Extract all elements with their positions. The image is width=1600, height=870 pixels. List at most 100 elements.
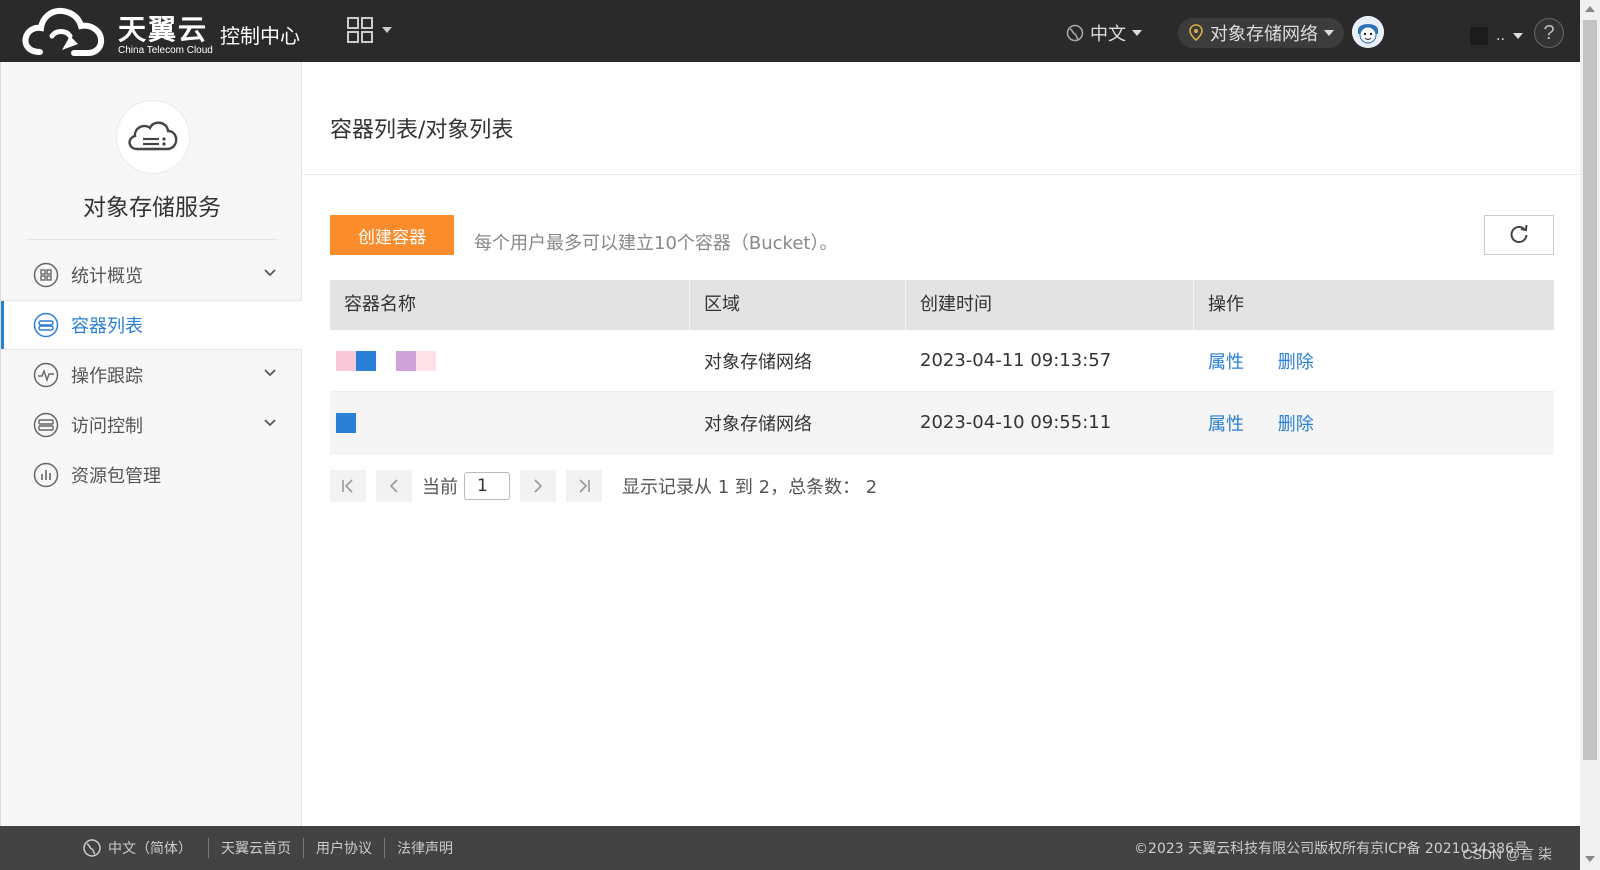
column-header-created: 创建时间 <box>906 280 1194 330</box>
language-dropdown[interactable]: 中文 <box>1066 20 1142 46</box>
redaction-block <box>396 350 416 371</box>
table-row: 对象存储网络 2023-04-10 09:55:11 属性 删除 <box>330 392 1554 454</box>
bucket-table: 容器名称 区域 创建时间 操作 对象存储网络 2023-04-11 09:13:… <box>330 280 1554 454</box>
chevron-down-icon <box>264 269 276 277</box>
footer-links: 中文（简体） 天翼云首页 用户协议 法律声明 <box>82 838 465 858</box>
delete-link[interactable]: 删除 <box>1278 352 1314 373</box>
help-button[interactable]: ? <box>1534 18 1564 48</box>
bucket-icon <box>33 312 59 338</box>
footer-language-selector[interactable]: 中文（简体） <box>82 838 208 858</box>
chevron-down-icon <box>264 419 276 427</box>
watermark: CSDN @言 柒 <box>1462 846 1552 862</box>
footer-link-legal[interactable]: 法律声明 <box>384 838 465 858</box>
bucket-region: 对象存储网络 <box>704 413 812 435</box>
record-count-info: 显示记录从 1 到 2，总条数： 2 <box>622 477 878 498</box>
trace-icon <box>33 362 59 388</box>
scroll-up-arrow-icon[interactable] <box>1585 6 1595 12</box>
chevron-down-icon <box>1132 30 1142 36</box>
last-page-icon <box>579 479 590 493</box>
sidebar-divider <box>26 239 278 240</box>
sidebar-item-label: 操作跟踪 <box>71 366 143 387</box>
pagination: 当前 显示记录从 1 到 2，总条数： 2 <box>330 470 877 502</box>
footer-link-home[interactable]: 天翼云首页 <box>208 838 303 858</box>
globe-icon <box>1066 24 1084 42</box>
dashboard-icon <box>33 262 59 288</box>
table-row: 对象存储网络 2023-04-11 09:13:57 属性 删除 <box>330 330 1554 392</box>
user-menu[interactable]: .. <box>1470 24 1523 48</box>
properties-link[interactable]: 属性 <box>1208 352 1244 373</box>
sidebar-item-label: 统计概览 <box>71 266 143 287</box>
bucket-created-time: 2023-04-10 09:55:11 <box>920 412 1112 433</box>
globe-icon <box>83 839 101 857</box>
delete-link[interactable]: 删除 <box>1278 414 1314 435</box>
title-divider <box>303 174 1580 175</box>
table-header: 容器名称 区域 创建时间 操作 <box>330 280 1554 330</box>
user-avatar-icon <box>1352 16 1384 48</box>
bucket-name-redacted[interactable] <box>330 350 690 371</box>
column-header-name: 容器名称 <box>330 280 690 330</box>
access-icon <box>33 412 59 438</box>
sidebar-item-access-control[interactable]: 访问控制 <box>1 400 302 450</box>
first-page-button[interactable] <box>330 470 366 502</box>
location-pin-icon <box>1189 24 1203 42</box>
prev-page-button[interactable] <box>376 470 412 502</box>
region-dropdown[interactable]: 对象存储网络 <box>1178 18 1344 48</box>
language-label: 中文 <box>1090 24 1126 45</box>
sidebar: 对象存储服务 统计概览 容器列表 操作跟踪 访问控制 资源包管理 <box>0 62 302 826</box>
current-page-label: 当前 <box>422 477 458 498</box>
next-page-button[interactable] <box>520 470 556 502</box>
sidebar-item-label: 容器列表 <box>71 316 143 337</box>
chevron-down-icon <box>1512 33 1523 39</box>
sidebar-item-label: 访问控制 <box>71 416 143 437</box>
redaction-block <box>336 412 356 433</box>
vertical-scrollbar[interactable] <box>1580 0 1600 870</box>
avatar[interactable] <box>1352 16 1384 48</box>
grid-icon <box>347 17 392 43</box>
bucket-name-redacted[interactable] <box>330 412 690 433</box>
refresh-button[interactable] <box>1484 215 1554 255</box>
app-grid-button[interactable] <box>346 14 398 48</box>
chevron-down-icon <box>1324 30 1334 36</box>
page-number-input[interactable] <box>464 472 510 500</box>
sidebar-item-label: 资源包管理 <box>71 466 161 487</box>
bucket-actions: 属性 删除 <box>1194 348 1554 374</box>
user-name: .. <box>1496 28 1505 44</box>
bucket-region: 对象存储网络 <box>704 351 812 373</box>
console-title: 控制中心 <box>220 24 300 48</box>
scrollbar-thumb[interactable] <box>1583 20 1597 760</box>
object-storage-icon <box>116 100 190 174</box>
bucket-created-time: 2023-04-11 09:13:57 <box>920 350 1112 371</box>
column-header-region: 区域 <box>690 280 906 330</box>
scroll-down-arrow-icon[interactable] <box>1585 856 1595 862</box>
redaction-block <box>336 350 356 371</box>
page-title: 容器列表/对象列表 <box>330 118 514 143</box>
brand-subtitle: China Telecom Cloud <box>118 45 213 56</box>
first-page-icon <box>342 479 353 493</box>
package-icon <box>33 462 59 488</box>
column-header-actions: 操作 <box>1208 294 1244 315</box>
chevron-left-icon <box>389 479 398 493</box>
redaction-block <box>376 350 396 371</box>
sidebar-item-stats[interactable]: 统计概览 <box>1 250 302 300</box>
sidebar-item-trace[interactable]: 操作跟踪 <box>1 350 302 400</box>
footer: 中文（简体） 天翼云首页 用户协议 法律声明 ©2023 天翼云科技有限公司版权… <box>0 826 1580 870</box>
service-title: 对象存储服务 <box>83 195 221 221</box>
create-bucket-button[interactable]: 创建容器 <box>330 215 454 255</box>
console-app: 天翼云 China Telecom Cloud 控制中心 中文 对象存储网络 .… <box>0 0 1600 870</box>
sidebar-nav: 统计概览 容器列表 操作跟踪 访问控制 资源包管理 <box>1 250 302 500</box>
bucket-actions: 属性 删除 <box>1194 410 1554 436</box>
redaction-block <box>416 350 436 371</box>
footer-link-user-agreement[interactable]: 用户协议 <box>303 838 384 858</box>
sidebar-item-resource-package[interactable]: 资源包管理 <box>1 450 302 500</box>
sidebar-item-bucket-list[interactable]: 容器列表 <box>1 300 302 350</box>
footer-language-label: 中文（简体） <box>108 841 192 857</box>
last-page-button[interactable] <box>566 470 602 502</box>
region-label: 对象存储网络 <box>1210 24 1318 45</box>
top-bar: 天翼云 China Telecom Cloud 控制中心 中文 对象存储网络 .… <box>0 0 1580 62</box>
chevron-right-icon <box>534 479 543 493</box>
properties-link[interactable]: 属性 <box>1208 414 1244 435</box>
bucket-limit-hint: 每个用户最多可以建立10个容器（Bucket）。 <box>474 233 838 254</box>
user-name-block <box>1470 27 1488 45</box>
refresh-icon <box>1510 224 1528 243</box>
cloud-logo-icon[interactable] <box>22 6 106 58</box>
